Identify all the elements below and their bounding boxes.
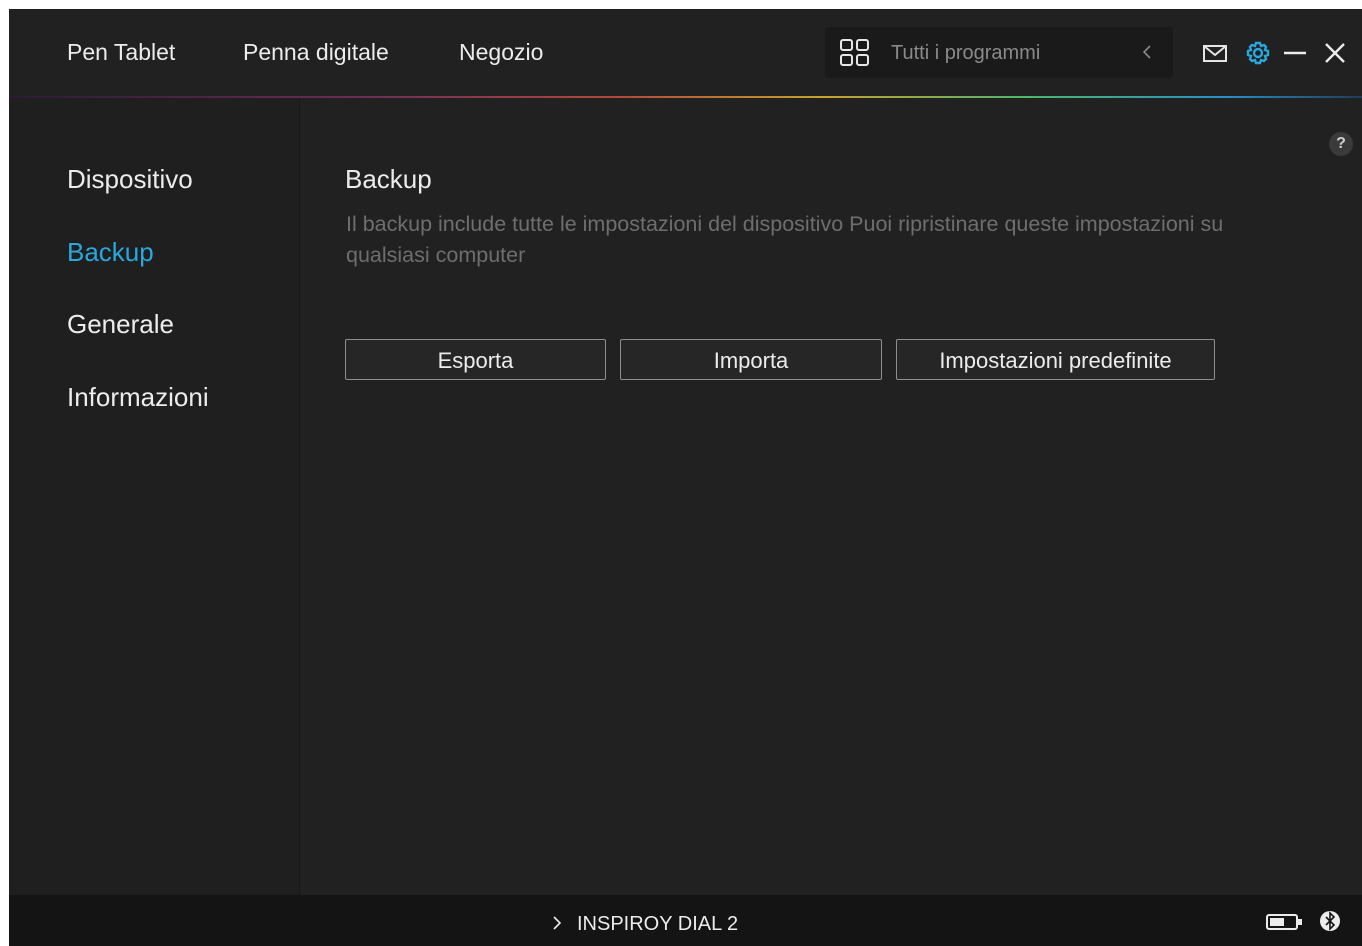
sidebar: Dispositivo Backup Generale Informazioni [9,98,300,895]
tab-penna-digitale[interactable]: Penna digitale [243,37,389,67]
battery-icon [1266,914,1302,930]
program-search-input[interactable] [891,38,1121,68]
import-button[interactable]: Importa [620,339,882,380]
chevron-left-icon[interactable] [1139,39,1155,65]
sidebar-item-dispositivo[interactable]: Dispositivo [67,162,193,196]
program-selector[interactable] [825,27,1173,78]
sidebar-item-generale[interactable]: Generale [67,307,174,341]
export-button[interactable]: Esporta [345,339,606,380]
default-settings-button[interactable]: Impostazioni predefinite [896,339,1215,380]
bluetooth-icon [1320,911,1340,931]
sidebar-item-backup[interactable]: Backup [67,235,154,269]
page-title: Backup [345,164,432,194]
help-icon[interactable]: ? [1329,132,1353,156]
grid-icon[interactable] [839,38,871,68]
device-selector[interactable]: INSPIROY DIAL 2 [551,911,738,937]
sidebar-item-informazioni[interactable]: Informazioni [67,380,209,414]
main-panel: ? Backup Il backup include tutte le impo… [300,98,1362,895]
minimize-icon[interactable] [1283,39,1307,67]
device-name: INSPIROY DIAL 2 [577,913,739,935]
mail-icon[interactable] [1202,39,1228,67]
app-window: Pen Tablet Penna digitale Negozio Tutti … [9,9,1362,946]
close-icon[interactable] [1323,39,1347,67]
tab-negozio[interactable]: Negozio [459,37,543,67]
status-bar: INSPIROY DIAL 2 [9,895,1362,946]
tab-pen-tablet[interactable]: Pen Tablet [67,37,175,67]
title-bar: Pen Tablet Penna digitale Negozio [9,9,1362,96]
gear-icon[interactable] [1244,39,1272,67]
chevron-right-icon [553,916,562,930]
page-description: Il backup include tutte le impostazioni … [346,212,1224,267]
